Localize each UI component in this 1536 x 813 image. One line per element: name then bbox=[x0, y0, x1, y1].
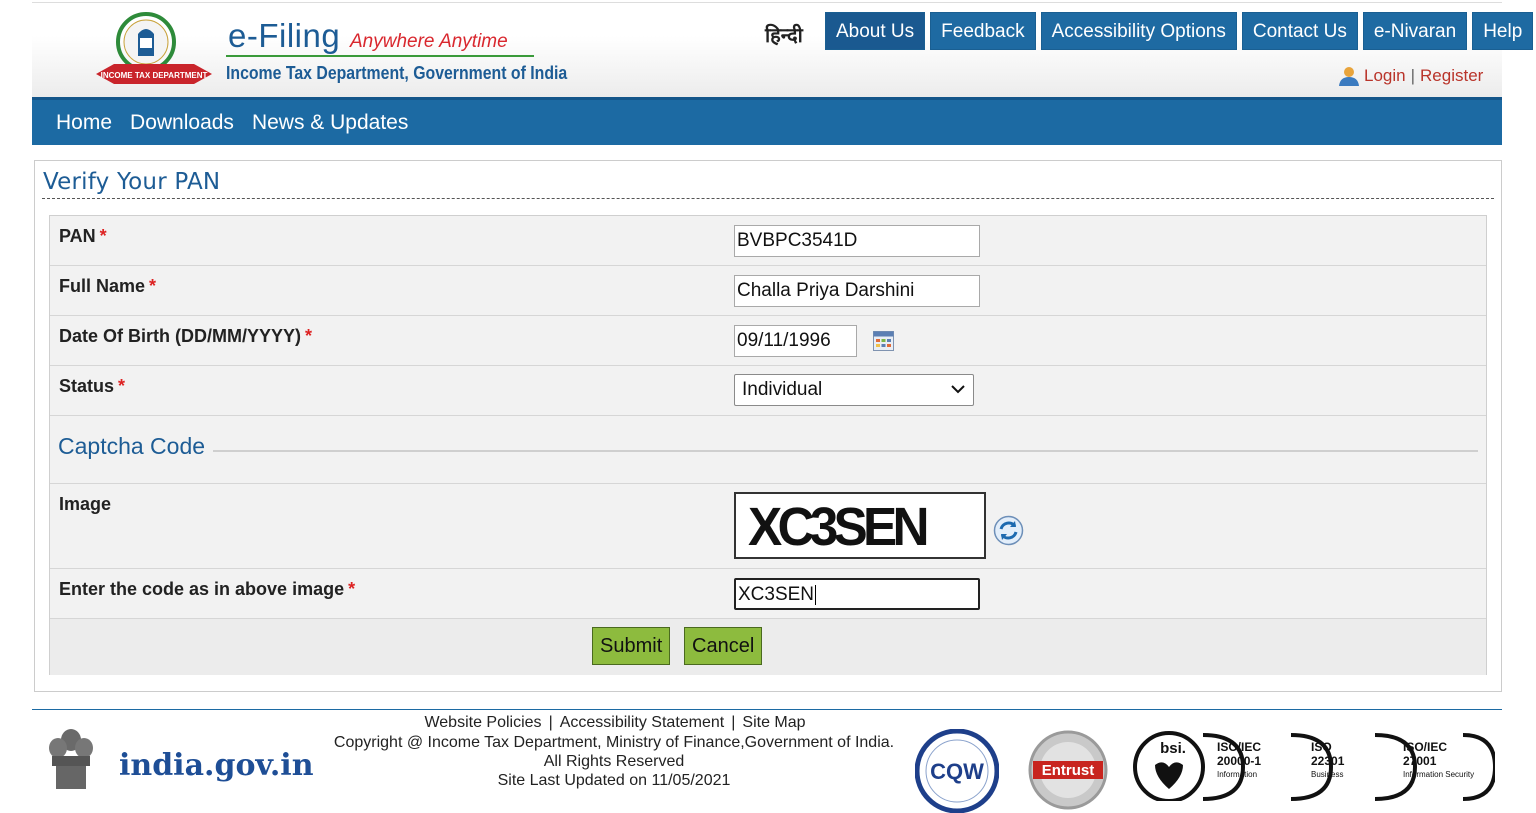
svg-text:ISO: ISO bbox=[1311, 740, 1332, 754]
svg-text:bsi.: bsi. bbox=[1160, 740, 1186, 757]
nav-news-updates[interactable]: News & Updates bbox=[252, 111, 408, 135]
refresh-captcha-icon[interactable] bbox=[993, 515, 1024, 546]
svg-text:ISO/IEC: ISO/IEC bbox=[1217, 740, 1261, 754]
footer-link-separator: | bbox=[731, 714, 736, 731]
login-link[interactable]: Login bbox=[1364, 66, 1406, 86]
efiling-tagline: Anywhere Anytime bbox=[350, 31, 508, 52]
captcha-section-row: Captcha Code bbox=[50, 416, 1486, 484]
cancel-button[interactable]: Cancel bbox=[684, 627, 763, 665]
footer-link-separator: | bbox=[548, 714, 553, 731]
svg-text:Entrust: Entrust bbox=[1042, 762, 1095, 779]
department-name: Income Tax Department, Government of Ind… bbox=[226, 63, 568, 83]
svg-text:Information Security: Information Security bbox=[1403, 770, 1474, 779]
user-icon bbox=[1339, 67, 1359, 86]
hindi-language-link[interactable]: हिन्दी bbox=[765, 21, 803, 48]
ashoka-emblem-logo bbox=[49, 729, 93, 789]
login-register-area: Login | Register bbox=[1338, 66, 1483, 86]
income-tax-emblem-logo: INCOME TAX DEPARTMENT bbox=[96, 12, 212, 84]
svg-text:Business: Business bbox=[1311, 770, 1343, 779]
bsi-iso-certification-logo: bsi. ISO/IEC 20000-1 Information ISO 223… bbox=[1133, 731, 1495, 801]
register-link[interactable]: Register bbox=[1420, 66, 1483, 86]
captcha-input-row: Enter the code as in above image * XC3SEN bbox=[50, 569, 1486, 619]
nav-accessibility-options[interactable]: Accessibility Options bbox=[1040, 12, 1237, 50]
chevron-down-icon bbox=[951, 385, 965, 394]
cqw-certification-logo: CQW bbox=[915, 729, 999, 813]
dob-input[interactable]: 09/11/1996 bbox=[734, 325, 857, 357]
captcha-image-row: Image XC3SEN bbox=[50, 484, 1486, 569]
top-navigation: About Us Feedback Accessibility Options … bbox=[825, 12, 1534, 50]
form-actions-row: Submit Cancel bbox=[50, 619, 1486, 675]
status-row: Status * Individual bbox=[50, 366, 1486, 416]
calendar-icon[interactable] bbox=[873, 331, 894, 351]
required-marker: * bbox=[305, 326, 313, 346]
pan-input[interactable]: BVBPC3541D bbox=[734, 225, 980, 257]
captcha-image: XC3SEN bbox=[734, 492, 986, 559]
verify-pan-panel: Verify Your PAN PAN * BVBPC3541D Full Nam… bbox=[34, 160, 1502, 692]
required-marker: * bbox=[149, 276, 157, 296]
nav-feedback[interactable]: Feedback bbox=[930, 12, 1036, 50]
nav-about-us[interactable]: About Us bbox=[825, 12, 926, 50]
full-name-row: Full Name * Challa Priya Darshini bbox=[50, 266, 1486, 316]
title-underline bbox=[226, 55, 534, 57]
captcha-image-label: Image bbox=[59, 494, 112, 514]
svg-text:20000-1: 20000-1 bbox=[1217, 754, 1261, 768]
svg-text:CQW: CQW bbox=[930, 759, 984, 784]
captcha-section-title: Captcha Code bbox=[58, 433, 214, 460]
svg-text:27001: 27001 bbox=[1403, 754, 1437, 768]
nav-downloads[interactable]: Downloads bbox=[130, 111, 234, 135]
page-title: Verify Your PAN bbox=[43, 169, 221, 195]
captcha-image-text: XC3SEN bbox=[748, 497, 930, 557]
india-gov-logo[interactable]: india.gov.in bbox=[119, 748, 314, 783]
submit-button[interactable]: Submit bbox=[592, 627, 671, 665]
status-selected-value: Individual bbox=[742, 379, 823, 400]
status-label: Status * bbox=[59, 376, 126, 396]
pan-label: PAN * bbox=[59, 226, 107, 246]
dob-row: Date Of Birth (DD/MM/YYYY) * 09/11/1996 bbox=[50, 316, 1486, 366]
website-policies-link[interactable]: Website Policies bbox=[424, 714, 541, 731]
dob-label: Date Of Birth (DD/MM/YYYY) * bbox=[59, 326, 313, 346]
full-name-label: Full Name * bbox=[59, 276, 157, 296]
main-navigation: Home Downloads News & Updates bbox=[32, 97, 1502, 145]
svg-text:22301: 22301 bbox=[1311, 754, 1345, 768]
status-select[interactable]: Individual bbox=[734, 374, 974, 406]
efiling-title: e-Filing bbox=[228, 17, 341, 54]
login-separator: | bbox=[1410, 66, 1416, 85]
nav-help[interactable]: Help bbox=[1472, 12, 1534, 50]
svg-text:INCOME TAX DEPARTMENT: INCOME TAX DEPARTMENT bbox=[101, 71, 208, 80]
required-marker: * bbox=[99, 226, 107, 246]
svg-text:ISO/IEC: ISO/IEC bbox=[1403, 740, 1447, 754]
footer-divider bbox=[32, 709, 1502, 710]
entrust-secured-logo: Entrust bbox=[1028, 730, 1108, 810]
heading-divider bbox=[42, 198, 1494, 199]
site-header: INCOME TAX DEPARTMENT e-Filing Anywhere … bbox=[32, 2, 1534, 97]
nav-e-nivaran[interactable]: e-Nivaran bbox=[1362, 12, 1468, 50]
pan-row: PAN * BVBPC3541D bbox=[50, 216, 1486, 266]
required-marker: * bbox=[348, 579, 356, 599]
verify-pan-form: PAN * BVBPC3541D Full Name * Challa Priya … bbox=[49, 215, 1487, 675]
nav-home[interactable]: Home bbox=[56, 111, 112, 135]
nav-contact-us[interactable]: Contact Us bbox=[1241, 12, 1358, 50]
accessibility-statement-link[interactable]: Accessibility Statement bbox=[560, 714, 725, 731]
captcha-input-label: Enter the code as in above image * bbox=[59, 579, 356, 599]
captcha-divider bbox=[210, 450, 1478, 452]
required-marker: * bbox=[118, 376, 126, 396]
text-cursor bbox=[815, 584, 817, 605]
site-map-link[interactable]: Site Map bbox=[742, 714, 805, 731]
captcha-input[interactable]: XC3SEN bbox=[734, 578, 980, 610]
svg-text:Information: Information bbox=[1217, 770, 1257, 779]
full-name-input[interactable]: Challa Priya Darshini bbox=[734, 275, 980, 307]
